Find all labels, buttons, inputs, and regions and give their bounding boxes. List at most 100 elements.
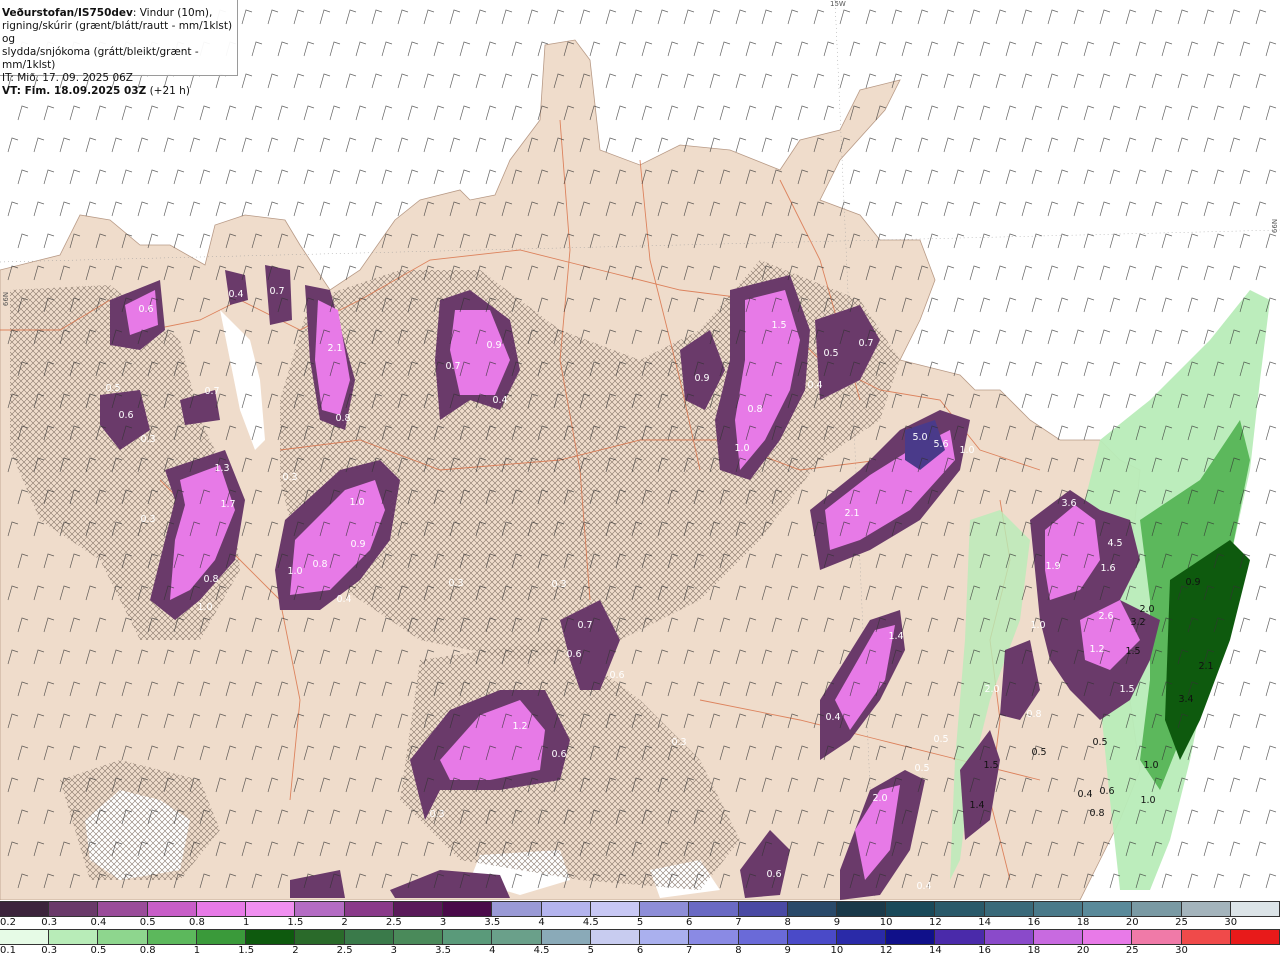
legend-swatch — [935, 902, 985, 916]
precip-value-label: 1.0 — [287, 566, 302, 577]
precip-value-label: 0.3 — [429, 809, 444, 820]
legend-tick-label: 10 — [830, 945, 844, 956]
legend-swatch — [49, 902, 99, 916]
legend-tick-label: 6 — [636, 945, 644, 956]
precip-value-label: 0.9 — [1185, 577, 1200, 588]
legend-swatch — [541, 902, 591, 916]
legend-swatch — [344, 902, 394, 916]
legend-swatch — [689, 930, 739, 944]
legend-tick-label: 7 — [735, 917, 742, 928]
legend-swatch — [541, 930, 591, 944]
legend-tick-label: 2.5 — [385, 917, 402, 928]
precip-value-label: 0.3 — [671, 737, 686, 748]
precip-value-label: 0.3 — [448, 578, 463, 589]
rain-color-legend: 0.1 0.3 0.5 0.8 1 1.5 2 2.5 3 3.5 4 4.5 5 6 7 8 9 10 12 14 1… — [0, 929, 1280, 956]
precip-value-label: 5.6 — [933, 439, 948, 450]
precip-value-label: 0.6 — [138, 304, 153, 315]
precip-value-label: 1.4 — [969, 800, 984, 811]
precip-value-label: 0.5 — [933, 734, 948, 745]
legend-swatch — [492, 902, 542, 916]
legend-tick-label: 4.5 — [533, 945, 550, 956]
legend-swatch — [443, 902, 493, 916]
legend-swatch — [1132, 930, 1182, 944]
legend-swatch — [49, 930, 99, 944]
precip-value-label: 1.0 — [197, 602, 212, 613]
latitude-label-left: 66N — [2, 291, 11, 307]
legend-swatch — [246, 930, 296, 944]
precip-value-label: 2.1 — [1198, 661, 1213, 672]
legend-swatch — [640, 902, 690, 916]
legend-tick-label: 2 — [292, 945, 299, 956]
legend-tick-label: 12 — [929, 917, 942, 928]
legend-swatch — [984, 902, 1034, 916]
precip-value-label: 0.4 — [1077, 789, 1092, 800]
legend-swatch — [787, 930, 837, 944]
legend-swatch — [98, 930, 148, 944]
legend-tick-label: 0.3 — [41, 917, 58, 928]
precip-value-label: 0.3 — [140, 434, 155, 445]
legend-tick-label: 0.5 — [90, 945, 107, 956]
legend-swatch — [1033, 930, 1084, 944]
legend-swatch — [98, 902, 148, 916]
legend-tick-label: 0.5 — [139, 917, 156, 928]
precip-value-label: 0.4 — [228, 289, 243, 300]
precip-value-label: 1.0 — [1030, 620, 1045, 631]
legend-swatch — [147, 930, 197, 944]
latitude-label-right: 66N — [1271, 218, 1280, 234]
legend-tick-label: 0.8 — [188, 917, 205, 928]
legend-swatch — [935, 930, 985, 944]
precip-value-label: 1.0 — [1140, 795, 1155, 806]
precip-value-label: 0.8 — [312, 559, 327, 570]
legend-tick-label: 3 — [390, 945, 398, 956]
precip-value-label: 0.7 — [269, 286, 284, 297]
precip-value-label: 0.7 — [577, 620, 592, 631]
legend-tick-label: 16 — [1027, 917, 1041, 928]
legend-swatch — [0, 902, 50, 916]
longitude-label-top: 15W — [830, 0, 846, 8]
precip-value-label: 1.5 — [983, 760, 998, 771]
map-info-box: Veðurstofan/IS750dev: Vindur (10m), rign… — [0, 0, 238, 97]
precip-value-label: 4.5 — [1107, 538, 1122, 549]
legend-tick-label: 0.4 — [90, 917, 107, 928]
precip-value-label: 2.1 — [844, 508, 859, 519]
precip-value-label: 0.5 — [914, 763, 929, 774]
legend-tick-label: 25 — [1125, 945, 1139, 956]
legend-swatch — [590, 902, 641, 916]
legend-tick-label: 0.1 — [0, 945, 16, 956]
precip-value-label: 2.1 — [327, 343, 342, 354]
precip-value-label: 0.9 — [350, 539, 365, 550]
precip-value-label: 0.8 — [1026, 709, 1041, 720]
precip-value-label: 0.4 — [825, 712, 840, 723]
precip-value-label: 0.7 — [858, 338, 873, 349]
legend-swatch — [689, 902, 739, 916]
legend-tick-label: 3.5 — [484, 917, 501, 928]
legend-tick-label: 4.5 — [582, 917, 599, 928]
legend-swatch — [196, 930, 247, 944]
legend-swatch — [787, 902, 837, 916]
precip-value-label: 3.4 — [1178, 694, 1193, 705]
legend-swatch — [1181, 902, 1231, 916]
precip-value-label: 3.2 — [1130, 617, 1145, 628]
legend-swatch — [836, 902, 887, 916]
precip-value-label: 2.0 — [984, 684, 999, 695]
legend-tick-label: 2.5 — [336, 945, 353, 956]
precip-value-label: 0.6 — [1099, 786, 1114, 797]
precip-value-label: 3.6 — [1061, 498, 1076, 509]
precip-value-label: 0.8 — [203, 574, 218, 585]
legend-tick-label: 9 — [784, 945, 791, 956]
legend-swatch — [738, 930, 788, 944]
legend-tick-label: 9 — [833, 917, 841, 928]
precip-value-label: 0.8 — [1089, 808, 1104, 819]
precip-value-label: 1.0 — [1143, 760, 1158, 771]
precip-value-label: 0.5 — [1092, 737, 1107, 748]
legend-swatch — [1083, 902, 1133, 916]
precip-value-label: 1.9 — [1045, 561, 1060, 572]
source-title: Veðurstofan/IS750dev — [2, 7, 133, 19]
legend-tick-label: 18 — [1027, 945, 1041, 956]
precip-value-label: 1.2 — [1089, 644, 1104, 655]
legend-tick-label: 16 — [978, 945, 991, 956]
valid-time: VT: Fim. 18.09.2025 03Z — [2, 85, 147, 97]
legend-swatch — [738, 902, 788, 916]
legend-swatch — [836, 930, 887, 944]
precip-value-label: 0.5 — [1031, 747, 1046, 758]
